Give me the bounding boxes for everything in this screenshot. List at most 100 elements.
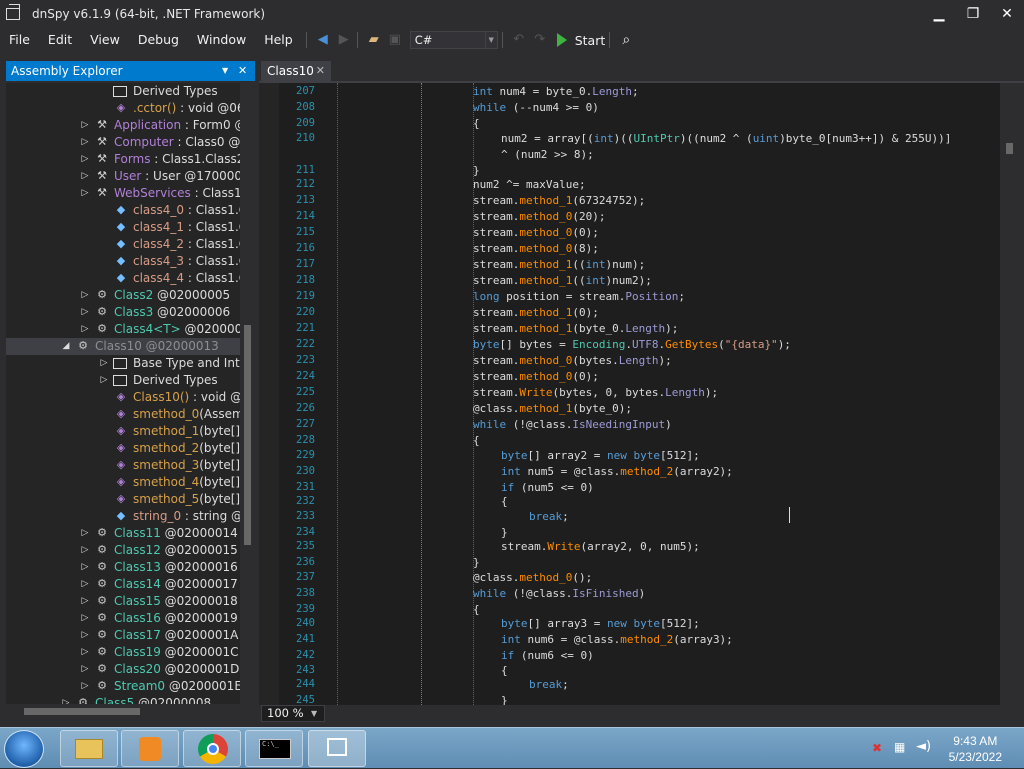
expand-toggle-icon[interactable]: ▷ [80, 134, 90, 151]
expand-toggle-icon[interactable]: ▷ [80, 304, 90, 321]
expand-toggle-icon[interactable]: ▷ [80, 644, 90, 661]
tree-item[interactable]: ▷ ⚒ User : User @17000003 [6, 168, 240, 185]
tree-item[interactable]: ◢ ⚙ Class10 @02000013 [6, 338, 240, 355]
tree-item[interactable]: ▷ ⚙ Class13 @02000016 [6, 559, 240, 576]
expand-toggle-icon[interactable]: ▷ [80, 168, 90, 185]
menu-view[interactable]: View [81, 29, 129, 51]
chevron-down-icon[interactable]: ▼ [311, 705, 317, 722]
start-debugging-button[interactable]: Start [556, 33, 605, 48]
taskbar-dnspy[interactable] [308, 730, 366, 767]
expand-toggle-icon[interactable]: ▷ [80, 576, 90, 593]
taskbar-command-prompt[interactable]: C:\_ [245, 730, 303, 767]
tree-item[interactable]: ▷ ⚙ Class4<T> @02000007 [6, 321, 240, 338]
tree-item[interactable]: ◈ smethod_5(byte[], int, [6, 491, 240, 508]
scrollbar-thumb[interactable] [24, 708, 140, 715]
tree-item[interactable]: ▷ ⚒ Forms : Class1.Class2 ( [6, 151, 240, 168]
clock[interactable]: 9:43 AM 5/23/2022 [949, 733, 1002, 765]
search-icon[interactable]: ⌕ [617, 31, 635, 49]
menu-window[interactable]: Window [188, 29, 255, 51]
tree-item[interactable]: Derived Types [6, 83, 240, 100]
tree-item[interactable]: ▷ ⚙ Class11 @02000014 [6, 525, 240, 542]
expand-toggle-icon[interactable]: ▷ [61, 695, 71, 704]
expand-toggle-icon[interactable]: ▷ [80, 559, 90, 576]
tree-item[interactable]: ▷ ⚙ Class15 @02000018 [6, 593, 240, 610]
tree-horizontal-scrollbar[interactable] [6, 704, 240, 718]
expand-toggle-icon[interactable]: ▷ [80, 525, 90, 542]
expand-toggle-icon[interactable]: ▷ [80, 321, 90, 338]
expand-toggle-icon[interactable]: ▷ [80, 287, 90, 304]
tree-item[interactable]: ◈ smethod_0(Assembly, [6, 406, 240, 423]
tree-item[interactable]: ▷ ⚙ Class19 @0200001C [6, 644, 240, 661]
expand-toggle-icon[interactable]: ▷ [80, 185, 90, 202]
taskbar-media-player[interactable] [121, 730, 179, 767]
expand-toggle-icon[interactable]: ▷ [80, 661, 90, 678]
tree-item[interactable]: ▷ ⚙ Class14 @02000017 [6, 576, 240, 593]
expand-toggle-icon[interactable]: ▷ [80, 542, 90, 559]
tree-item[interactable]: ▷ ⚒ Application : Form0 @ [6, 117, 240, 134]
expand-toggle-icon[interactable]: ▷ [80, 610, 90, 627]
menu-debug[interactable]: Debug [129, 29, 188, 51]
tree-item[interactable]: ◆ class4_1 : Class1.Class4 [6, 219, 240, 236]
code-editor[interactable]: 207 int num4 = byte_0.Length; 208 while (--… [259, 83, 1000, 705]
tree-item[interactable]: ▷ ⚒ Computer : Class0 @1 [6, 134, 240, 151]
tree-item[interactable]: ◆ class4_4 : Class1.Class4 [6, 270, 240, 287]
tree-item[interactable]: ◆ class4_2 : Class1.Class4 [6, 236, 240, 253]
tree-item[interactable]: ▷ ⚙ Class20 @0200001D [6, 661, 240, 678]
language-select[interactable]: C# ▼ [409, 31, 498, 49]
tree-item[interactable]: ◆ class4_3 : Class1.Class4 [6, 253, 240, 270]
panel-menu-icon[interactable]: ▼ [222, 61, 228, 81]
tree-item[interactable]: ▷ ⚙ Class17 @0200001A [6, 627, 240, 644]
tree-item[interactable]: ◈ Class10() : void @0600 [6, 389, 240, 406]
assembly-tree[interactable]: Derived Types ◈ .cctor() : void @06000 ▷ ⚒ Ap… [6, 83, 240, 704]
scrollbar-thumb[interactable] [1006, 143, 1013, 154]
taskbar-chrome[interactable] [183, 730, 241, 767]
undo-icon[interactable]: ↶ [510, 31, 528, 49]
menu-help[interactable]: Help [255, 29, 302, 51]
editor-vertical-scrollbar[interactable] [1001, 83, 1018, 705]
tree-item[interactable]: ◈ smethod_3(byte[], byt [6, 457, 240, 474]
expand-toggle-icon[interactable]: ▷ [80, 151, 90, 168]
expand-toggle-icon[interactable]: ▷ [80, 627, 90, 644]
tree-item[interactable]: ▷ ⚙ Class16 @02000019 [6, 610, 240, 627]
navigate-forward-icon[interactable]: ▶ [335, 31, 353, 49]
expand-toggle-icon[interactable]: ▷ [80, 678, 90, 695]
tab-class10[interactable]: Class10 ✕ [261, 61, 331, 81]
tree-vertical-scrollbar[interactable] [241, 83, 254, 704]
expand-toggle-icon[interactable]: ▷ [99, 372, 109, 389]
tree-item[interactable]: ▷ ⚙ Class2 @02000005 [6, 287, 240, 304]
tree-item[interactable]: ▷ ⚙ Stream0 @0200001E [6, 678, 240, 695]
close-button[interactable]: ✕ [992, 2, 1022, 26]
tree-item[interactable]: ◈ .cctor() : void @06000 [6, 100, 240, 117]
maximize-button[interactable]: ❐ [958, 2, 988, 26]
tree-item[interactable]: ◆ string_0 : string @0400 [6, 508, 240, 525]
expand-toggle-icon[interactable]: ▷ [80, 117, 90, 134]
taskbar-file-explorer[interactable] [60, 730, 118, 767]
tree-item[interactable]: ▷ ⚙ Class5 @02000008 [6, 695, 240, 704]
redo-icon[interactable]: ↷ [531, 31, 549, 49]
panel-close-icon[interactable]: ✕ [238, 61, 247, 81]
minimize-button[interactable]: ▁ [924, 2, 954, 26]
navigate-back-icon[interactable]: ◀ [314, 31, 332, 49]
tree-item[interactable]: ▷ ⚒ WebServices : Class1.C [6, 185, 240, 202]
open-file-icon[interactable]: ▰ [365, 31, 383, 49]
tree-item[interactable]: ◈ smethod_1(byte[]) : by [6, 423, 240, 440]
tree-item[interactable]: ◈ smethod_4(byte[], byt [6, 474, 240, 491]
expand-toggle-icon[interactable]: ▷ [80, 593, 90, 610]
scrollbar-thumb[interactable] [244, 325, 251, 545]
menu-edit[interactable]: Edit [39, 29, 81, 51]
network-icon[interactable]: ▦ [894, 740, 905, 754]
tree-item[interactable]: ◈ smethod_2(byte[]) : by [6, 440, 240, 457]
save-icon[interactable]: ▣ [386, 31, 404, 49]
tree-item[interactable]: ▷ Base Type and Interfac [6, 355, 240, 372]
tree-item[interactable]: ▷ Derived Types [6, 372, 240, 389]
volume-icon[interactable]: ◄) [916, 739, 931, 754]
start-orb-icon[interactable] [4, 730, 44, 768]
tab-close-icon[interactable]: ✕ [316, 61, 325, 81]
tree-item[interactable]: ▷ ⚙ Class12 @02000015 [6, 542, 240, 559]
menu-file[interactable]: File [0, 29, 39, 51]
expand-toggle-icon[interactable]: ▷ [99, 355, 109, 372]
expand-toggle-icon[interactable]: ◢ [61, 338, 71, 355]
tree-item[interactable]: ◆ class4_0 : Class1.Class4 [6, 202, 240, 219]
action-center-icon[interactable]: ✖ [872, 741, 882, 755]
tree-item[interactable]: ▷ ⚙ Class3 @02000006 [6, 304, 240, 321]
